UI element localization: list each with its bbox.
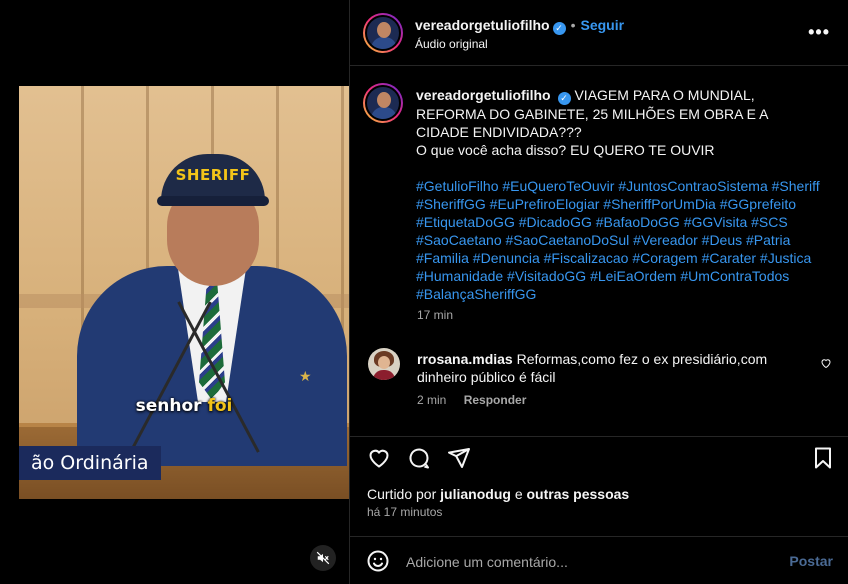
comment-meta: 2 min Responder	[417, 393, 526, 407]
comment-like-icon[interactable]	[820, 356, 832, 374]
bookmark-icon[interactable]	[810, 445, 836, 471]
author-username[interactable]: vereadorgetuliofilho	[415, 17, 550, 33]
comment-timestamp: 2 min	[417, 393, 447, 407]
post-caption: vereadorgetuliofilho ✓ VIAGEM PARA O MUND…	[416, 86, 821, 303]
emoji-icon[interactable]	[366, 549, 390, 573]
caption-author-avatar[interactable]	[363, 83, 403, 123]
author-avatar[interactable]	[363, 13, 403, 53]
post-side-panel: vereadorgetuliofilho ✓ • Seguir Áudio origi…	[349, 0, 848, 584]
media-viewer: SHERIFF ★ senhor foi ão Ordinária	[0, 0, 349, 584]
liked-by-others[interactable]: outras pessoas	[527, 486, 630, 502]
post-comment-button[interactable]: Postar	[789, 553, 833, 569]
comment-icon[interactable]	[406, 445, 432, 471]
comments-section: vereadorgetuliofilho ✓ VIAGEM PARA O MUND…	[350, 66, 848, 436]
follow-button[interactable]: Seguir	[580, 17, 624, 33]
more-options-icon[interactable]: •••	[808, 22, 830, 43]
separator-dot: •	[570, 17, 576, 33]
verified-badge-icon: ✓	[552, 22, 566, 35]
likes-summary: Curtido por julianodug e outras pessoas	[367, 486, 630, 502]
like-icon[interactable]	[366, 445, 392, 471]
post-timestamp: há 17 minutos	[367, 505, 443, 519]
share-icon[interactable]	[446, 445, 472, 471]
video-lower-third: ão Ordinária	[19, 446, 161, 480]
commenter-username[interactable]: rrosana.mdias	[417, 351, 513, 367]
video-subtitle: senhor foi	[135, 396, 233, 416]
audio-label[interactable]: Áudio original	[415, 37, 488, 51]
reply-button[interactable]: Responder	[464, 393, 527, 407]
post-actions	[350, 436, 848, 476]
comment-input[interactable]	[406, 551, 766, 573]
comment-body: rrosana.mdias Reformas,como fez o ex pre…	[417, 350, 797, 386]
caption-question: O que você acha disso? EU QUERO TE OUVIR	[416, 142, 715, 158]
liked-by-user[interactable]: julianodug	[440, 486, 511, 502]
add-comment-bar: Postar	[350, 536, 848, 584]
star-badge-icon: ★	[299, 368, 312, 384]
commenter-avatar[interactable]	[368, 348, 400, 380]
caption-timestamp: 17 min	[417, 308, 454, 322]
mute-button[interactable]	[310, 545, 336, 571]
cap-label: SHERIFF	[175, 166, 251, 184]
verified-badge-icon: ✓	[557, 92, 571, 105]
post-header: vereadorgetuliofilho ✓ • Seguir Áudio origi…	[350, 0, 848, 66]
volume-muted-icon	[316, 551, 330, 565]
author-line: vereadorgetuliofilho ✓ • Seguir	[415, 17, 624, 35]
caption-hashtags[interactable]: #GetulioFilho #EuQueroTeOuvir #JuntosCon…	[416, 177, 821, 303]
caption-username[interactable]: vereadorgetuliofilho	[416, 87, 551, 103]
reel-video[interactable]: SHERIFF ★ senhor foi ão Ordinária	[19, 86, 349, 499]
